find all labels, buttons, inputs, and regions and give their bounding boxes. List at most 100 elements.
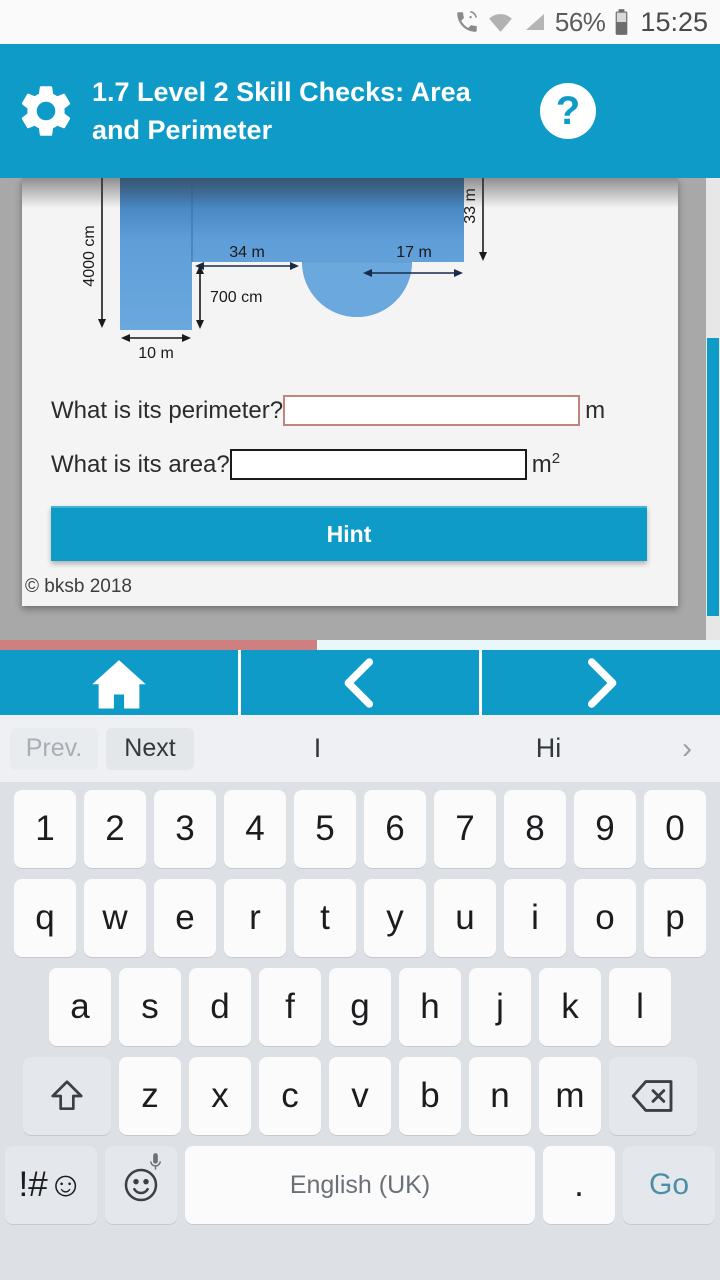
key-n[interactable]: n [469, 1057, 531, 1135]
label-right-height: 33 m [462, 188, 479, 224]
key-u[interactable]: u [434, 879, 496, 957]
key-k[interactable]: k [539, 968, 601, 1046]
progress-bar-fill [0, 640, 317, 650]
key-f[interactable]: f [259, 968, 321, 1046]
key-g[interactable]: g [329, 968, 391, 1046]
suggestion-next-button[interactable]: Next [106, 727, 194, 770]
nav-previous-button[interactable] [241, 650, 479, 715]
period-key[interactable]: . [543, 1146, 615, 1224]
backspace-key[interactable] [609, 1057, 697, 1135]
key-9[interactable]: 9 [574, 790, 636, 868]
battery-percent-label: 56% [554, 6, 606, 37]
key-d[interactable]: d [189, 968, 251, 1046]
shift-arrow-icon [51, 1080, 83, 1111]
key-6[interactable]: 6 [364, 790, 426, 868]
symbols-key[interactable]: !#☺ [5, 1146, 97, 1224]
keyboard-row-top: qwertyuiop [5, 879, 715, 957]
nav-next-button[interactable] [482, 650, 720, 715]
gear-icon [21, 86, 71, 136]
web-content-area: 4000 cm 34 m 17 m 33 m 700 cm 10 m What … [0, 178, 720, 640]
suggestion-prev-button[interactable]: Prev. [10, 727, 98, 770]
settings-button[interactable] [0, 80, 92, 142]
app-header: 1.7 Level 2 Skill Checks: Area and Perim… [0, 44, 720, 178]
signal-icon [521, 10, 547, 34]
shape-diagram: 4000 cm 34 m 17 m 33 m 700 cm 10 m [22, 178, 678, 366]
key-v[interactable]: v [329, 1057, 391, 1135]
key-4[interactable]: 4 [224, 790, 286, 868]
dim-notch-height [196, 265, 204, 329]
key-r[interactable]: r [224, 879, 286, 957]
keyboard-rows: 1234567890 qwertyuiop asdfghjkl zxcvbnm [0, 782, 720, 1224]
key-s[interactable]: s [119, 968, 181, 1046]
dim-left-height [98, 178, 106, 328]
label-notch-height: 700 cm [210, 289, 262, 306]
page-title: 1.7 Level 2 Skill Checks: Area and Perim… [92, 76, 471, 145]
label-left-height: 4000 cm [81, 225, 98, 286]
key-a[interactable]: a [49, 968, 111, 1046]
key-i[interactable]: i [504, 879, 566, 957]
emoji-key[interactable] [105, 1146, 177, 1224]
key-x[interactable]: x [189, 1057, 251, 1135]
go-key[interactable]: Go [623, 1146, 715, 1224]
keyboard-row-bottom: zxcvbnm [5, 1057, 715, 1135]
progress-bar-track [0, 640, 720, 650]
key-h[interactable]: h [399, 968, 461, 1046]
key-q[interactable]: q [14, 879, 76, 957]
space-key[interactable]: English (UK) [185, 1146, 535, 1224]
help-button[interactable]: ? [522, 83, 614, 139]
key-2[interactable]: 2 [84, 790, 146, 868]
key-w[interactable]: w [84, 879, 146, 957]
key-m[interactable]: m [539, 1057, 601, 1135]
keyboard-row-space: !#☺ English (UK) . Go [5, 1146, 715, 1224]
key-5[interactable]: 5 [294, 790, 356, 868]
dim-right-height [479, 178, 487, 261]
keyboard-row-numbers: 1234567890 [5, 790, 715, 868]
page-scrollbar-track[interactable] [706, 178, 720, 640]
key-3[interactable]: 3 [154, 790, 216, 868]
suggestion-word-2[interactable]: Hi [433, 733, 664, 764]
key-0[interactable]: 0 [644, 790, 706, 868]
key-7[interactable]: 7 [434, 790, 496, 868]
status-bar: 56% 15:25 [0, 0, 720, 44]
question-mark-icon: ? [540, 83, 596, 139]
page-scrollbar-thumb[interactable] [707, 338, 719, 616]
key-o[interactable]: o [574, 879, 636, 957]
wifi-calling-icon [454, 9, 480, 35]
keyboard-row-home: asdfghjkl [5, 968, 715, 1046]
microphone-icon [148, 1152, 163, 1178]
key-c[interactable]: c [259, 1057, 321, 1135]
clock-label: 15:25 [640, 6, 708, 37]
area-question-label: What is its area? [51, 450, 230, 478]
suggestion-expand-icon[interactable]: › [664, 732, 710, 766]
key-8[interactable]: 8 [504, 790, 566, 868]
area-input[interactable] [229, 449, 527, 480]
key-l[interactable]: l [609, 968, 671, 1046]
exercise-card: 4000 cm 34 m 17 m 33 m 700 cm 10 m What … [22, 178, 678, 606]
label-bottom-width: 10 m [138, 345, 174, 362]
hint-button[interactable]: Hint [51, 506, 647, 561]
key-e[interactable]: e [154, 879, 216, 957]
suggestion-bar: Prev. Next I Hi › [0, 715, 720, 782]
key-t[interactable]: t [294, 879, 356, 957]
app-nav-bar [0, 650, 720, 715]
label-semicircle: 17 m [396, 244, 432, 261]
key-y[interactable]: y [364, 879, 426, 957]
nav-home-button[interactable] [0, 650, 238, 715]
dim-bottom-width [121, 334, 191, 342]
suggestion-word-1[interactable]: I [202, 733, 433, 764]
key-1[interactable]: 1 [14, 790, 76, 868]
perimeter-question-label: What is its perimeter? [51, 396, 284, 424]
key-j[interactable]: j [469, 968, 531, 1046]
key-p[interactable]: p [644, 879, 706, 957]
area-unit-label: m2 [531, 450, 561, 478]
shift-key[interactable] [23, 1057, 111, 1135]
backspace-icon [631, 1080, 673, 1112]
key-z[interactable]: z [119, 1057, 181, 1135]
perimeter-input[interactable] [283, 395, 581, 426]
bottom-letter-group: zxcvbnm [119, 1057, 601, 1135]
on-screen-keyboard: Prev. Next I Hi › 1234567890 qwertyuiop … [0, 715, 720, 1280]
phone-screen: 56% 15:25 1.7 Level 2 Skill Checks: Area… [0, 0, 720, 1280]
chevron-left-icon [344, 657, 374, 708]
key-b[interactable]: b [399, 1057, 461, 1135]
wifi-icon [488, 10, 513, 35]
